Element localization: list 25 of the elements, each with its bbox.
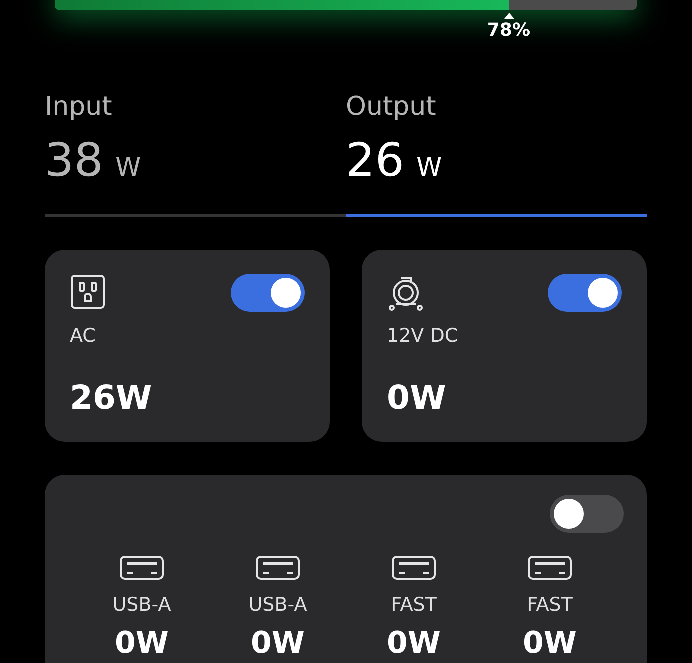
power-tab[interactable]: Input 38 W [45,92,346,217]
toggle-switch[interactable] [548,274,622,312]
car-socket-icon [387,274,425,312]
port-label: FAST [391,593,437,618]
output-reading: 0W [387,376,448,418]
port-reading: 0W [523,626,577,662]
output-reading: 26W [70,376,154,418]
outlet-icon [70,274,106,310]
marker-icon [504,13,514,19]
port-reading: 0W [251,626,305,662]
output-label: 12V DC [387,324,460,349]
port-label: USB-A [112,593,172,618]
battery-percent: 78% [487,19,530,43]
port-label: USB-A [248,593,308,618]
usb-port-icon [119,555,165,581]
port-reading: 0W [387,626,441,662]
usb-port-icon [255,555,301,581]
port-reading: 0W [115,626,169,662]
power-tab[interactable]: Output 26 W [346,92,647,217]
toggle-switch[interactable] [231,274,305,312]
usb-port-icon [391,555,437,581]
output-label: AC [70,324,97,349]
port-label: FAST [527,593,573,618]
toggle-switch[interactable] [550,495,624,533]
usb-port-icon [527,555,573,581]
